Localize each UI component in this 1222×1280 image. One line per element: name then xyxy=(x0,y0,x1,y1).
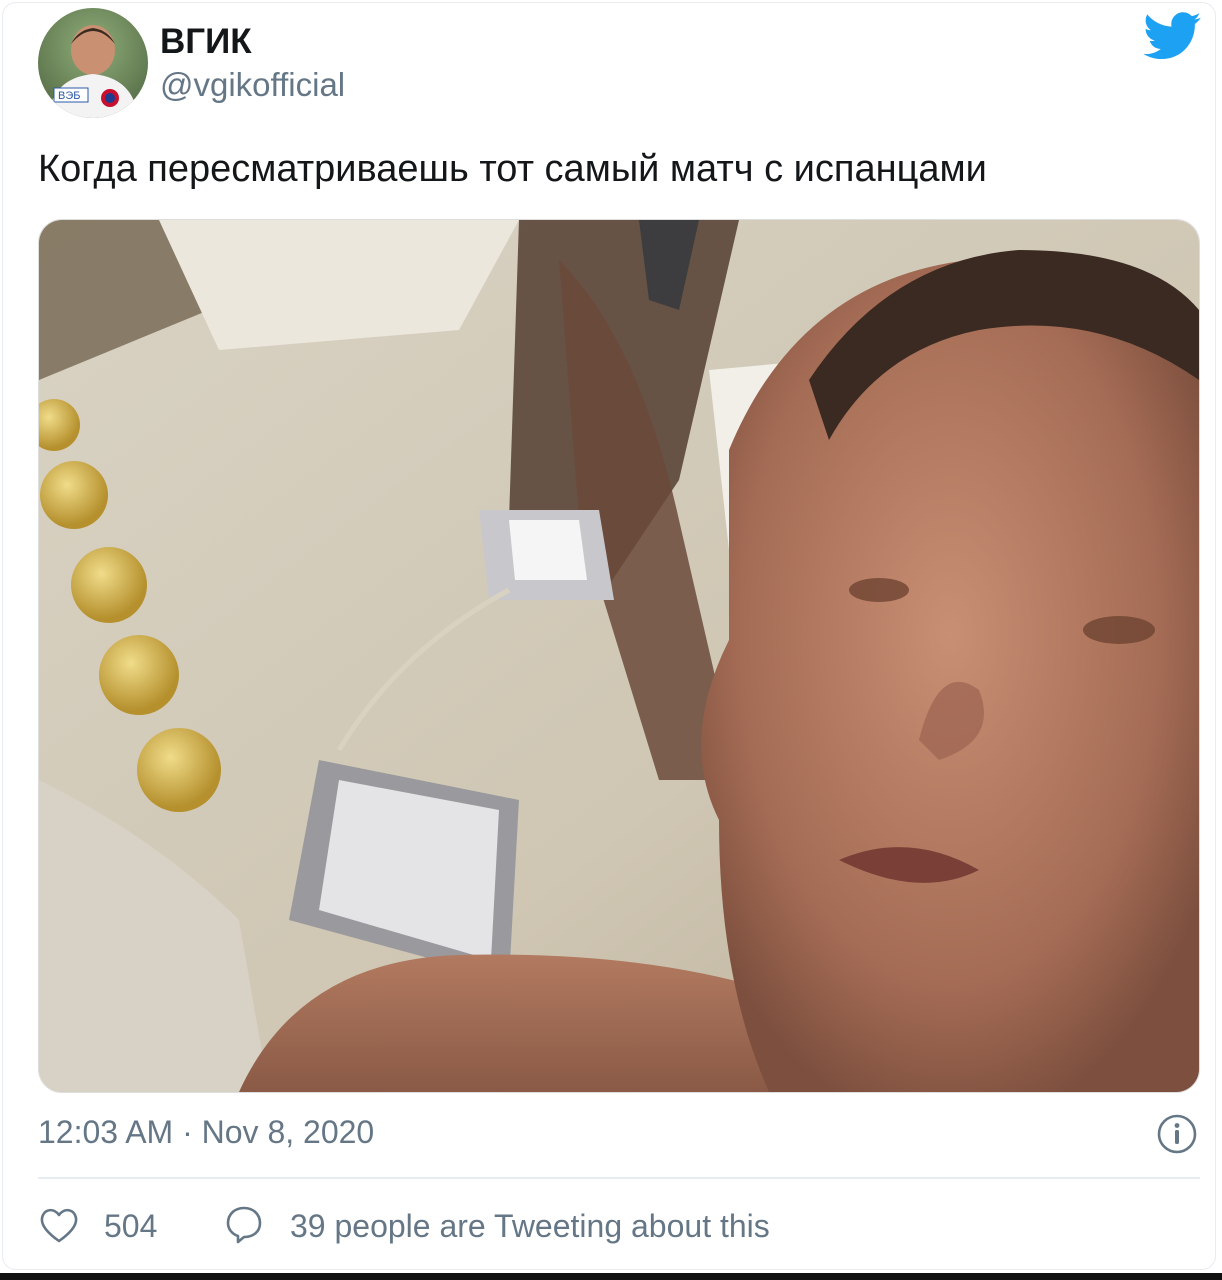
bottom-rule xyxy=(0,1273,1222,1280)
tweet-media[interactable] xyxy=(38,219,1200,1093)
twitter-bird-icon[interactable] xyxy=(1144,12,1202,60)
avatar-photo: ВЭБ xyxy=(38,8,148,118)
author-handle[interactable]: @vgikofficial xyxy=(160,66,345,104)
divider xyxy=(38,1177,1200,1179)
conversation-link[interactable]: 39 people are Tweeting about this xyxy=(290,1208,770,1245)
media-image xyxy=(39,220,1199,1092)
heart-icon[interactable] xyxy=(38,1205,80,1245)
speech-bubble-icon[interactable] xyxy=(222,1204,266,1246)
tweet-text: Когда пересматриваешь тот самый матч с и… xyxy=(38,148,987,190)
avatar-jersey-text: ВЭБ xyxy=(58,90,80,102)
author-name[interactable]: ВГИК xyxy=(160,22,252,62)
like-count[interactable]: 504 xyxy=(104,1208,157,1245)
tweet-timestamp[interactable]: 12:03 AM · Nov 8, 2020 xyxy=(38,1114,374,1151)
avatar[interactable]: ВЭБ xyxy=(38,8,148,118)
info-icon[interactable] xyxy=(1156,1113,1198,1155)
